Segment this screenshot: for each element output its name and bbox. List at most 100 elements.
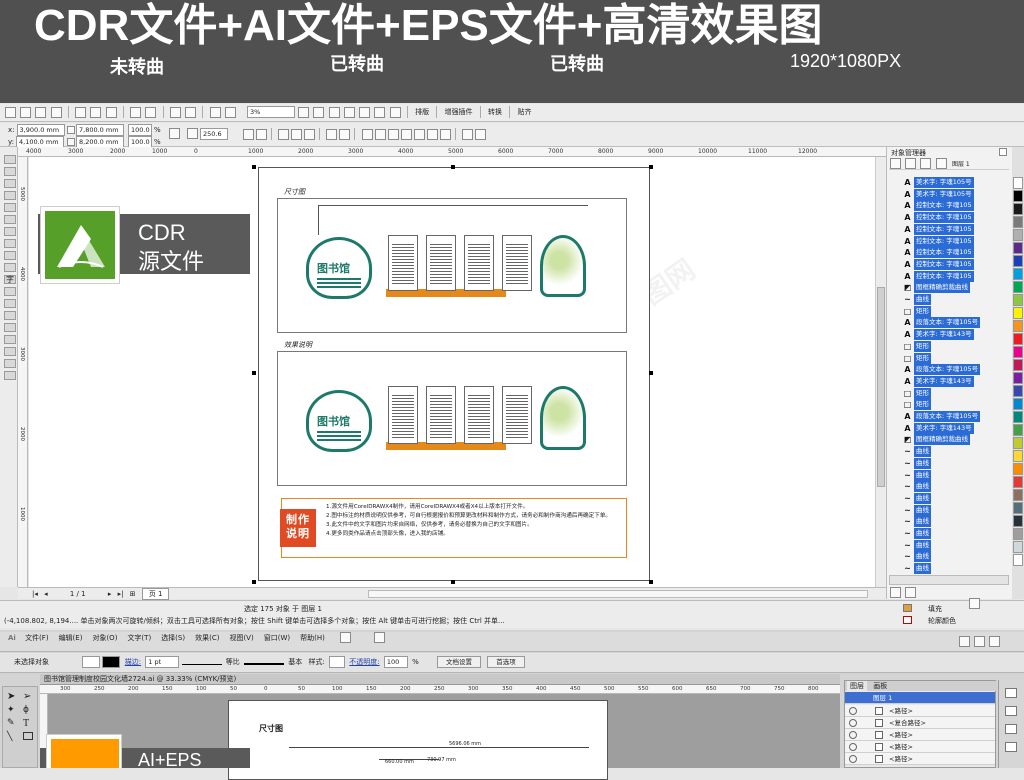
front-minus-back-icon[interactable] [413,128,425,140]
palette-swatch[interactable] [1013,450,1023,462]
palette-swatch[interactable] [1013,554,1023,566]
object-row[interactable]: A 段落文本: 字魂105号 [889,364,1011,376]
object-row[interactable]: A 控制文本: 字魂105 [889,223,1011,235]
menu-item[interactable]: 文件(F) [25,633,49,643]
align-icon[interactable] [461,128,473,140]
object-row[interactable]: ~ 曲线 [889,528,1011,539]
pick-tool-icon[interactable] [4,155,16,164]
x-position-field[interactable]: 3,900.0 mm [16,124,65,136]
app-launcher-icon[interactable] [209,106,221,118]
open-icon[interactable] [20,106,32,118]
object-row[interactable]: ~ 曲线 [889,516,1011,528]
ai-artboard[interactable]: 尺寸图 5696.06 mm 660.00 mm 730.97 mm [228,700,608,780]
object-row[interactable]: A 控制文本: 字魂105 [889,235,1011,247]
hand-icon[interactable] [389,106,401,118]
object-row[interactable]: A 控制文本: 字魂105 [889,200,1011,212]
object-row[interactable]: A 控制文本: 字魂105 [889,258,1011,270]
object-row[interactable]: □ 矩形 [889,352,1011,364]
paste-icon[interactable] [105,106,117,118]
layer-row-main[interactable]: 图层 1 [845,692,995,704]
object-row[interactable]: □ 矩形 [889,399,1011,411]
object-row[interactable]: A 控制文本: 字魂105 [889,212,1011,224]
next-page-icon[interactable]: ▸ [108,590,112,598]
object-list-hscroll[interactable] [889,575,1009,585]
table-tool-icon[interactable] [4,287,16,296]
object-row[interactable]: ~ 曲线 [889,551,1011,563]
artboards-tab[interactable]: 画板 [873,681,887,691]
palette-swatch[interactable] [1013,242,1023,254]
visibility-eye-icon[interactable] [849,743,857,751]
direct-selection-tool-icon[interactable]: ➢ [23,691,31,702]
convert-button[interactable]: 转换 [488,107,502,117]
cdr-vertical-scrollbar[interactable] [875,157,886,587]
color-panel-icon[interactable] [1005,688,1017,698]
visibility-eye-icon[interactable] [849,719,857,727]
layer-row[interactable]: <路径> [845,729,995,741]
line-tool-icon[interactable]: ╲ [7,732,12,742]
object-list[interactable]: A 美术字: 字魂105号 A 美术字: 字魂105号 A 控制文本: 字魂105 A 控制文… [889,177,1011,575]
mirror-h-icon[interactable] [243,128,254,140]
pen-tool-icon[interactable]: ✎ [7,718,15,728]
object-row[interactable]: ~ 曲线 [889,481,1011,493]
object-row[interactable]: ~ 曲线 [889,504,1011,516]
plugin-button[interactable]: 增强插件 [445,107,473,117]
object-row[interactable]: ~ 曲线 [889,539,1011,551]
object-row[interactable]: □ 矩形 [889,387,1011,399]
stroke-label[interactable]: 描边: [125,657,141,667]
lasso-tool-icon[interactable]: ϕ [23,705,29,715]
combine-icon[interactable] [326,128,338,140]
ungroup-icon[interactable] [291,128,303,140]
opacity-label[interactable]: 不透明度: [349,657,379,667]
close-icon[interactable] [989,636,1001,647]
magic-wand-tool-icon[interactable]: ✦ [7,705,15,715]
layer-row[interactable]: <路径> [845,705,995,717]
simplify-icon[interactable] [400,128,412,140]
zoom-page-icon[interactable] [343,106,355,118]
blend-tool-icon[interactable] [4,323,16,332]
ai-document-tab[interactable]: 图书馆管理制度校园文化墙2724.ai @ 33.33% (CMYK/预览) [40,674,840,685]
palette-swatch[interactable] [1013,385,1023,397]
last-page-icon[interactable]: ▸| [118,590,124,598]
brush-definition[interactable] [244,659,284,665]
symbols-panel-icon[interactable] [1005,742,1017,752]
brush-basic-label[interactable]: 基本 [288,657,302,667]
production-notes[interactable]: 制作说明 1.源文件用CorelDRAWX4制作，请用CorelDRAWX4或者… [280,498,627,558]
welcome-icon[interactable] [224,106,236,118]
bridge-icon[interactable] [340,632,352,643]
h-scrollbar[interactable] [368,590,868,598]
polygon-tool-icon[interactable] [4,251,16,260]
fill-tool-icon[interactable] [4,359,16,368]
palette-swatch[interactable] [1013,177,1023,189]
palette-swatch[interactable] [1013,463,1023,475]
scale-x-field[interactable]: 100.0 [128,124,152,136]
object-row[interactable]: ~ 曲线 [889,469,1011,481]
object-row[interactable]: ~ 曲线 [889,457,1011,469]
width-field[interactable]: 7,800.0 mm [76,124,124,136]
menu-item[interactable]: 帮助(H) [300,633,325,643]
save-icon[interactable] [35,106,47,118]
palette-swatch[interactable] [1013,528,1023,540]
opacity-field[interactable]: 100 [383,656,408,668]
edit-across-layers-icon[interactable] [920,158,932,169]
object-row[interactable]: □ 矩形 [889,305,1011,317]
copy-icon[interactable] [90,106,102,118]
zoom-height-icon[interactable] [374,106,386,118]
add-page-icon[interactable]: ⊞ [130,590,136,598]
export-icon[interactable] [185,106,197,118]
back-minus-front-icon[interactable] [426,128,438,140]
rectangle-tool-icon[interactable] [4,227,16,236]
group-icon[interactable] [278,128,290,140]
visibility-eye-icon[interactable] [849,755,857,763]
layer-row[interactable]: <路径> [845,753,995,765]
palette-swatch[interactable] [1013,307,1023,319]
freehand-tool-icon[interactable] [4,203,16,212]
object-row[interactable]: ~ 曲线 [889,563,1011,575]
palette-swatch[interactable] [1013,424,1023,436]
palette-swatch[interactable] [1013,359,1023,371]
layout-button[interactable]: 排版 [415,107,429,117]
palette-swatch[interactable] [1013,476,1023,488]
palette-swatch[interactable] [1013,502,1023,514]
break-apart-icon[interactable] [339,128,351,140]
zoom-fit-icon[interactable] [328,106,340,118]
variable-width-profile[interactable] [181,659,222,665]
